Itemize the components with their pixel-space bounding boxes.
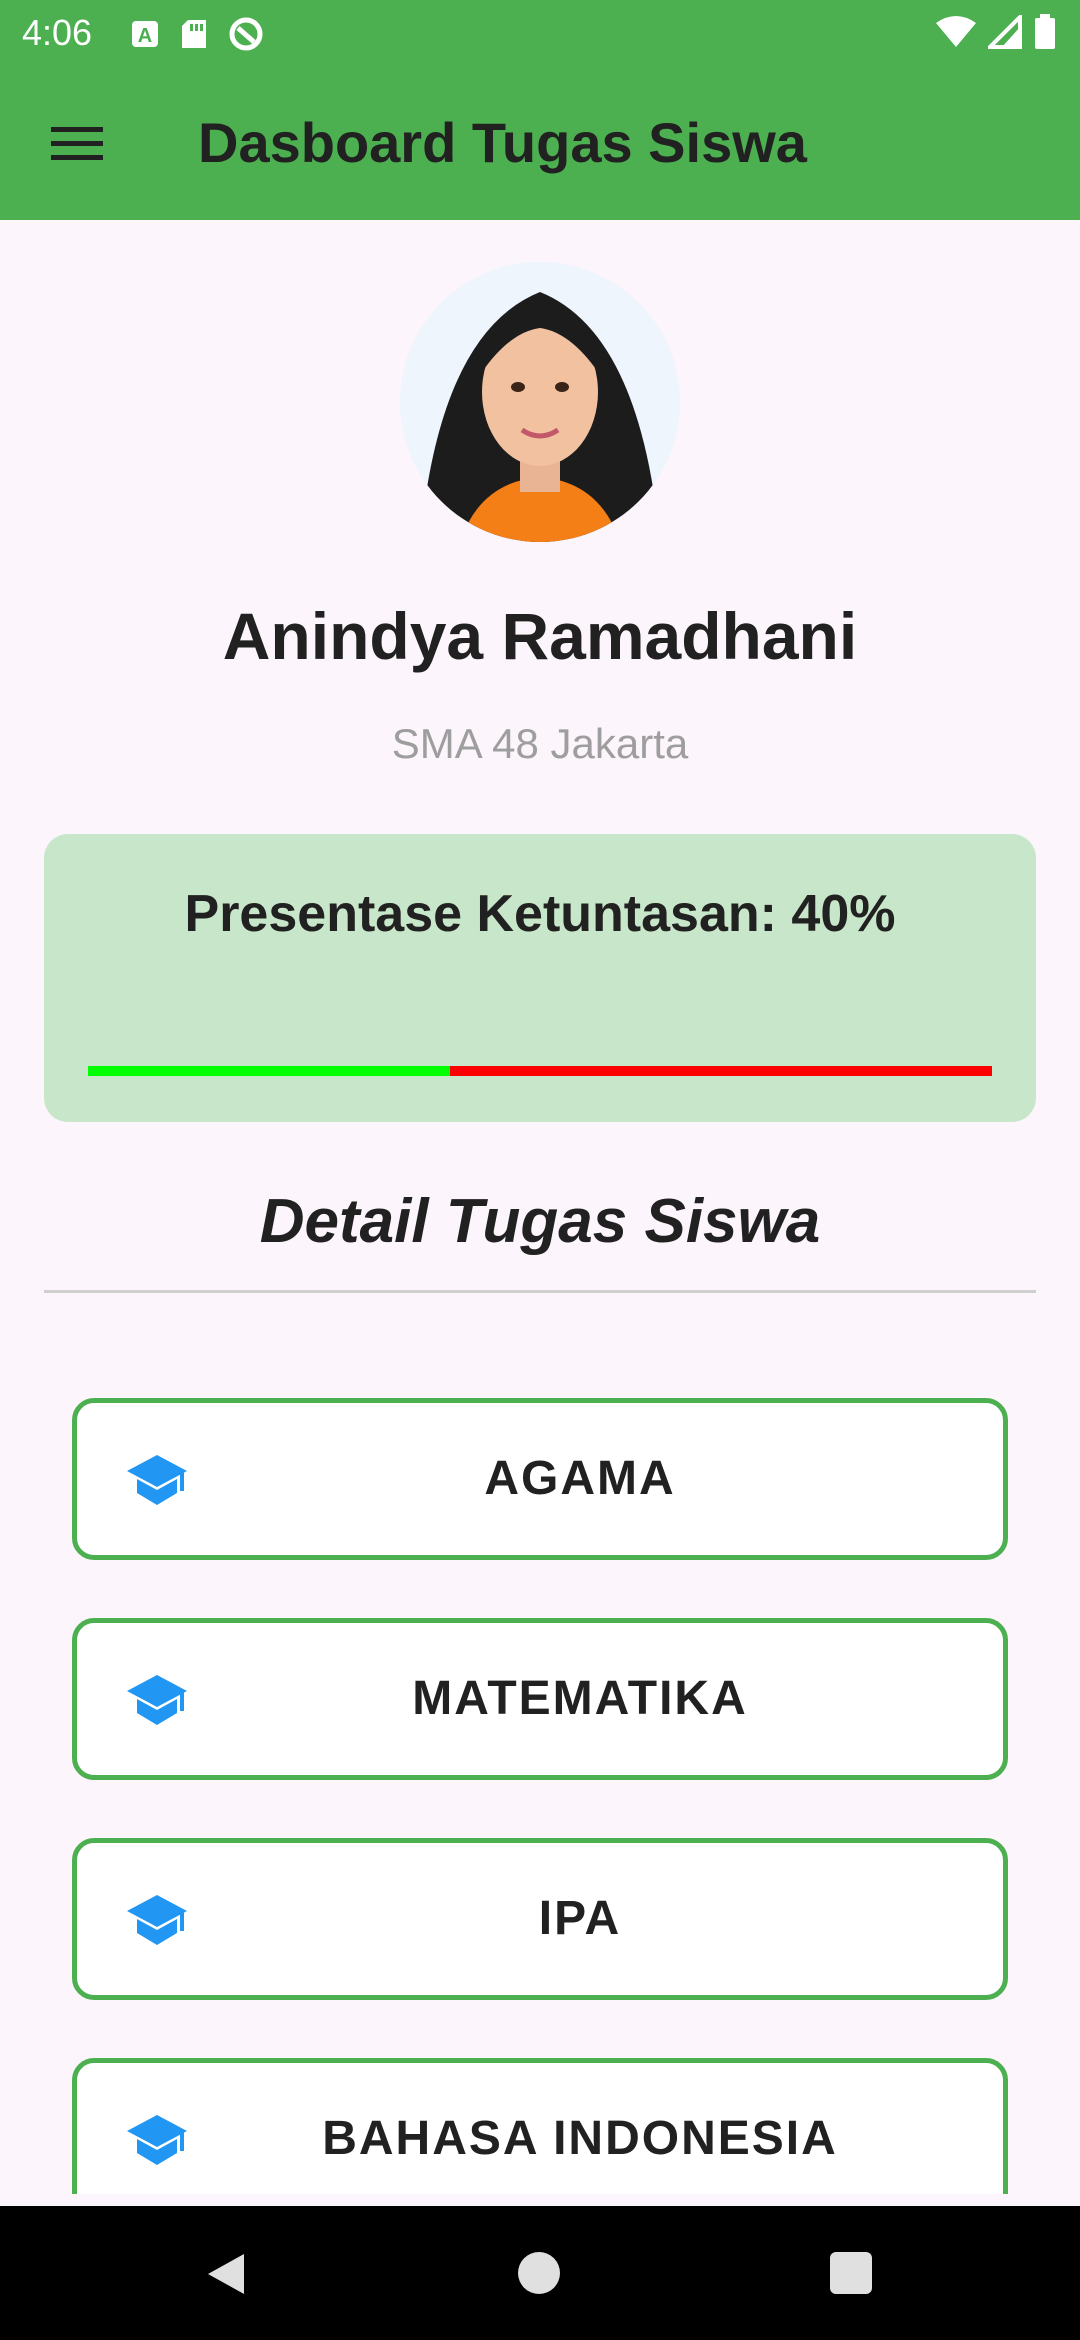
subject-button-agama[interactable]: AGAMA [72,1398,1008,1560]
hamburger-menu-icon [51,127,103,160]
signal-icon [988,15,1022,49]
sync-icon [229,17,263,51]
subject-button-matematika[interactable]: MATEMATIKA [72,1618,1008,1780]
subject-label: BAHASA INDONESIA [322,2112,838,2165]
wifi-icon [936,16,976,47]
subject-label: AGAMA [484,1452,676,1505]
recents-icon[interactable] [830,2252,872,2294]
svg-text:A: A [138,25,152,47]
progress-card: Presentase Ketuntasan: 40% [44,834,1036,1122]
subject-button-ipa[interactable]: IPA [72,1838,1008,2000]
progress-bar [88,1066,992,1076]
battery-icon [1035,14,1055,49]
status-time: 4:06 [22,12,93,53]
sd-card-icon [182,20,206,48]
back-icon[interactable] [204,2252,246,2296]
avatar [400,262,680,542]
school-name: SMA 48 Jakarta [391,720,689,767]
app-title: Dasboard Tugas Siswa [198,111,807,174]
section-title: Detail Tugas Siswa [259,1187,821,1256]
system-nav-bar [0,2206,1080,2340]
subject-list: AGAMA MATEMATIKA IPA BAHASA INDONESIA [72,1398,1008,2194]
subject-label: IPA [538,1892,622,1945]
status-left-icons: A [130,16,264,52]
app-bar: Dasboard Tugas Siswa [0,66,1080,220]
a-notification-icon: A [132,21,158,47]
student-name: Anindya Ramadhani [222,599,858,673]
status-right-icons [936,14,1056,50]
subject-button-bahasa-indonesia[interactable]: BAHASA INDONESIA [72,2058,1008,2194]
avatar-photo [400,262,680,542]
status-bar: 4:06 A [0,0,1080,66]
divider [44,1290,1036,1293]
menu-button[interactable] [40,106,114,180]
progress-bar-fill [88,1066,450,1076]
progress-label: Presentase Ketuntasan: 40% [184,885,896,943]
subject-label: MATEMATIKA [412,1672,748,1725]
home-icon[interactable] [518,2252,560,2294]
